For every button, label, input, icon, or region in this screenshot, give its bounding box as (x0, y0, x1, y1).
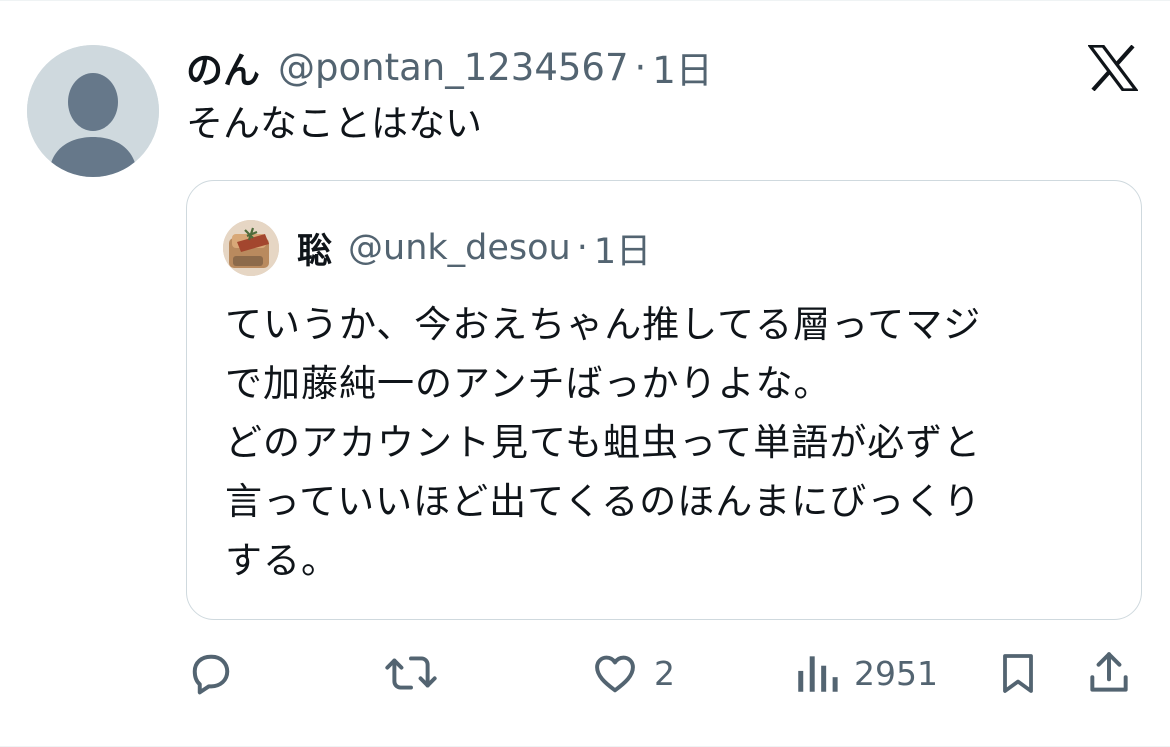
bookmark-icon (1003, 654, 1033, 693)
quoted-text-line: ていうか、今おえちゃん推してる層ってマジ (225, 303, 982, 346)
views-button[interactable]: 2951 (794, 641, 938, 705)
separator-dot: · (634, 45, 647, 89)
display-name[interactable]: のん (186, 40, 260, 94)
reply-icon (192, 654, 230, 695)
share-button[interactable] (1084, 641, 1134, 705)
retweet-button[interactable] (384, 641, 438, 705)
tweet-text: そんなことはない (186, 102, 482, 145)
quoted-text-line: 言っていいほど出てくるのほんまにびっくり (225, 480, 982, 523)
quoted-timestamp[interactable]: 1日 (594, 223, 651, 274)
views-count: 2951 (854, 653, 938, 693)
quoted-tweet[interactable]: 聡 @unk_desou · 1日 ていうか、今おえちゃん推してる層ってマジ で… (186, 180, 1142, 620)
food-photo-icon (223, 220, 279, 276)
tweet-card[interactable]: のん @pontan_1234567 · 1日 そんなことはない 聡 @unk_… (0, 0, 1170, 747)
reply-button[interactable] (186, 641, 236, 705)
views-icon (798, 656, 838, 692)
quoted-header: 聡 @unk_desou · 1日 (297, 223, 651, 273)
quoted-text-line: で加藤純一のアンチばっかりよな。 (225, 362, 832, 405)
separator-dot: · (576, 228, 588, 268)
x-logo-icon[interactable] (1086, 44, 1140, 92)
quoted-avatar[interactable] (223, 220, 279, 276)
timestamp[interactable]: 1日 (652, 40, 713, 94)
tweet-header: のん @pontan_1234567 · 1日 (186, 39, 713, 95)
share-icon (1090, 652, 1128, 692)
action-bar: 2 2951 (186, 641, 1140, 705)
quoted-text-line: どのアカウント見ても蛆虫って単語が必ずと (225, 421, 982, 464)
quoted-text: ていうか、今おえちゃん推してる層ってマジ で加藤純一のアンチばっかりよな。 どの… (225, 295, 981, 590)
quoted-display-name[interactable]: 聡 (297, 223, 332, 274)
like-button[interactable]: 2 (590, 641, 675, 705)
quoted-text-line: する。 (225, 539, 339, 582)
heart-icon (595, 655, 635, 693)
retweet-icon (385, 656, 437, 690)
quoted-user-handle[interactable]: @unk_desou (348, 228, 571, 268)
like-count: 2 (654, 653, 675, 693)
avatar[interactable] (27, 45, 159, 177)
default-avatar-icon (27, 45, 159, 177)
user-handle[interactable]: @pontan_1234567 (278, 46, 629, 89)
bookmark-button[interactable] (994, 641, 1042, 705)
